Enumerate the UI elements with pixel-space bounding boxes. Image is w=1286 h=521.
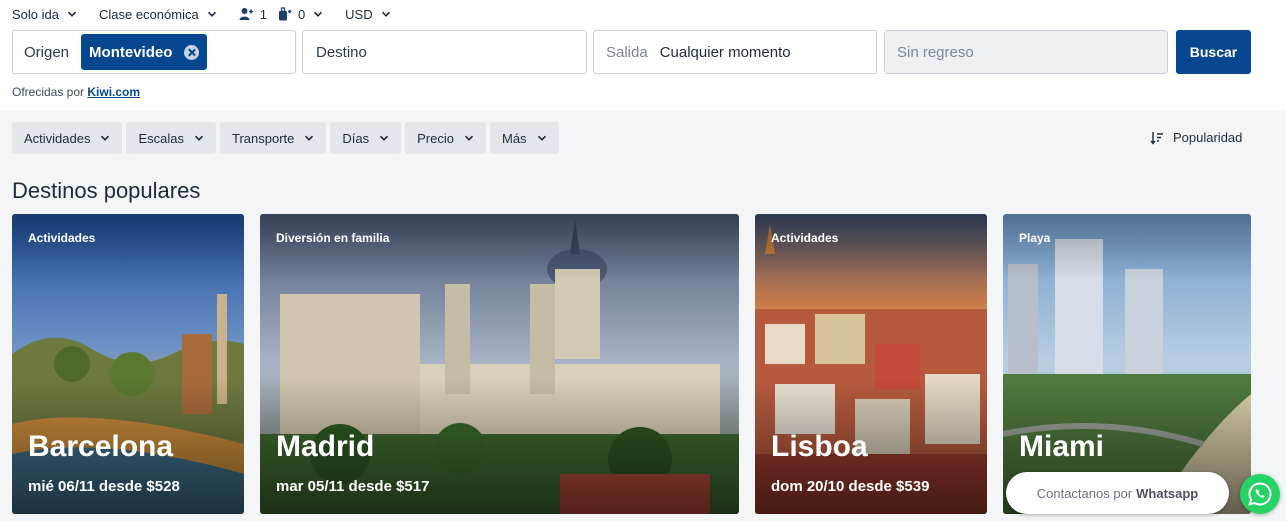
- powered-by: Ofrecidas por Kiwi.com: [12, 85, 140, 99]
- card-shade: [260, 214, 739, 514]
- whatsapp-icon: [1248, 482, 1272, 506]
- return-field[interactable]: Sin regreso: [884, 30, 1168, 74]
- card-price: mié 06/11 desde $528: [28, 478, 180, 495]
- filter-label: Más: [502, 130, 527, 146]
- filter-days[interactable]: Días: [330, 122, 402, 154]
- filter-label: Días: [342, 130, 370, 146]
- origin-label: Origen: [24, 43, 70, 61]
- destination-card-barcelona[interactable]: Actividades Barcelona mié 06/11 desde $5…: [12, 214, 244, 514]
- filter-label: Transporte: [232, 130, 295, 146]
- sort-icon: [1150, 131, 1163, 145]
- departure-field[interactable]: Salida Cualquier momento: [593, 30, 877, 74]
- trip-type-label: Solo ida: [12, 6, 59, 22]
- card-shade: [12, 214, 244, 514]
- chevron-down-icon: [464, 135, 474, 141]
- filter-more[interactable]: Más: [490, 122, 559, 154]
- whatsapp-contact-button[interactable]: Contactanos por Whatsapp: [1006, 472, 1229, 514]
- card-city: Lisboa: [771, 430, 868, 463]
- currency-label: USD: [345, 6, 373, 22]
- chevron-down-icon: [381, 11, 390, 17]
- card-tag: Actividades: [771, 231, 839, 245]
- cabin-class-label: Clase económica: [98, 6, 199, 22]
- powered-by-prefix: Ofrecidas por: [12, 85, 85, 99]
- sort-label: Popularidad: [1173, 130, 1243, 145]
- origin-chip: Montevideo: [81, 34, 208, 70]
- chevron-down-icon: [207, 11, 216, 17]
- filter-label: Precio: [417, 130, 454, 146]
- bags-select[interactable]: 0: [277, 7, 323, 22]
- card-tag: Playa: [1019, 231, 1051, 245]
- whatsapp-brand: Whatsapp: [1136, 485, 1199, 501]
- sort-button[interactable]: Popularidad: [1150, 130, 1242, 145]
- search-button[interactable]: Buscar: [1176, 30, 1251, 74]
- destination-card-miami[interactable]: Playa Miami: [1003, 214, 1251, 514]
- departure-value: Cualquier momento: [659, 43, 791, 61]
- card-shade: [755, 214, 987, 514]
- card-price: dom 20/10 desde $539: [771, 478, 930, 495]
- card-city: Miami: [1019, 430, 1105, 463]
- results-area: Actividades Escalas Transporte Días Prec…: [0, 110, 1286, 521]
- bags-count: 0: [297, 6, 306, 22]
- chevron-down-icon: [305, 135, 314, 141]
- filters-bar: Actividades Escalas Transporte Días Prec…: [12, 122, 559, 154]
- card-tag: Diversión en familia: [276, 231, 390, 245]
- destination-card-madrid[interactable]: Diversión en familia Madrid mar 05/11 de…: [260, 214, 739, 514]
- filter-transport[interactable]: Transporte: [220, 122, 327, 154]
- whatsapp-prefix: Contactanos por: [1036, 485, 1133, 501]
- chevron-down-icon: [101, 135, 110, 141]
- currency-select[interactable]: USD: [345, 7, 390, 22]
- chevron-down-icon: [380, 135, 389, 141]
- chevron-down-icon: [537, 135, 546, 141]
- departure-label: Salida: [606, 43, 648, 61]
- return-placeholder: Sin regreso: [897, 43, 974, 61]
- filter-price[interactable]: Precio: [405, 122, 486, 154]
- filter-activities[interactable]: Actividades: [12, 122, 123, 154]
- destination-card-lisboa[interactable]: Actividades Lisboa dom 20/10 desde $539: [755, 214, 987, 514]
- trip-type-select[interactable]: Solo ida: [12, 7, 77, 22]
- card-city: Madrid: [276, 430, 375, 463]
- kiwi-link[interactable]: Kiwi.com: [87, 85, 140, 99]
- card-shade: [1003, 214, 1251, 514]
- filter-stops[interactable]: Escalas: [126, 122, 217, 154]
- card-city: Barcelona: [28, 430, 174, 463]
- card-price: mar 05/11 desde $517: [276, 478, 430, 495]
- filter-label: Actividades: [24, 130, 91, 146]
- cabin-class-select[interactable]: Clase económica: [99, 7, 217, 22]
- chevron-down-icon: [67, 11, 77, 17]
- passengers-select[interactable]: 1: [239, 7, 267, 22]
- passengers-icon: [239, 8, 253, 20]
- passengers-count: 1: [259, 6, 267, 22]
- search-options-bar: Solo ida Clase económica 1 0 USD: [12, 0, 413, 28]
- origin-field[interactable]: Origen Montevideo: [12, 30, 296, 74]
- chevron-down-icon: [194, 135, 204, 141]
- close-icon[interactable]: [184, 44, 200, 60]
- chevron-down-icon: [314, 11, 323, 17]
- section-title: Destinos populares: [12, 178, 201, 203]
- destination-placeholder: Destino: [316, 43, 367, 61]
- bag-icon: [278, 7, 292, 21]
- filter-label: Escalas: [138, 130, 185, 146]
- origin-chip-value: Montevideo: [89, 43, 173, 61]
- destination-field[interactable]: Destino: [302, 30, 587, 74]
- card-tag: Actividades: [28, 231, 96, 245]
- whatsapp-button[interactable]: [1240, 474, 1280, 514]
